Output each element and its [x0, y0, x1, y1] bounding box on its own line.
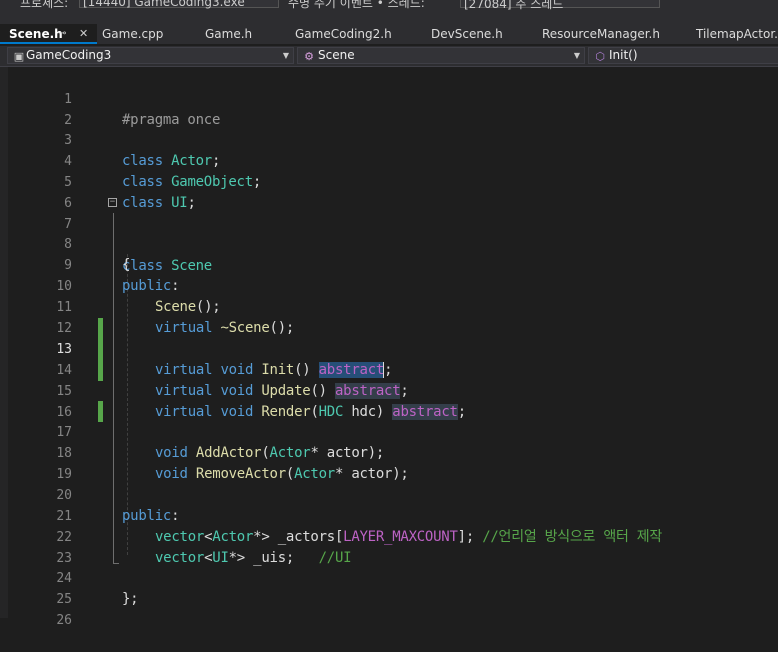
scope-label: Scene	[318, 48, 355, 62]
code-line: 11 virtual ~Scene();	[0, 276, 778, 336]
method-icon: ⬡	[595, 50, 605, 63]
class-icon: ⚙	[304, 50, 314, 63]
project-icon: ▣	[13, 50, 25, 63]
code-line: 2	[0, 89, 778, 128]
code-line: 26	[0, 589, 778, 628]
lifecycle-events-label[interactable]: 수명 주기 이벤트 • 스레드:	[288, 0, 425, 10]
code-line: 12	[0, 297, 778, 336]
tab-game-h[interactable]: Game.h	[205, 24, 252, 44]
navigation-bar: ▣ GameCoding3 ▼ ⚙ Scene ▼ ⬡ Init()	[0, 46, 778, 67]
code-line: 13 virtual void Init() abstract;	[0, 318, 778, 378]
code-line: 4 class GameObject;	[0, 130, 778, 190]
project-dropdown[interactable]: ▣ GameCoding3 ▼	[7, 47, 294, 64]
line-number: 26	[56, 613, 72, 628]
code-line: 3 class Actor;	[0, 109, 778, 169]
code-line: 19	[0, 443, 778, 482]
code-line: 10 Scene();	[0, 255, 778, 315]
collapse-icon[interactable]: −	[108, 198, 117, 207]
tab-gamecoding2-h[interactable]: GameCoding2.h	[295, 24, 392, 44]
code-line: 20 public:	[0, 464, 778, 524]
member-label: Init()	[609, 48, 638, 62]
project-label: GameCoding3	[26, 48, 112, 62]
tab-tilemapactor-h[interactable]: TilemapActor.h	[696, 24, 778, 44]
code-line: 5 class UI;	[0, 151, 778, 211]
code-line: 7 − class Scene	[0, 193, 778, 275]
code-line: 1 #pragma once	[0, 68, 778, 128]
code-line: 17 void AddActor(Actor* actor);	[0, 401, 778, 461]
code-editor[interactable]: 1 #pragma once 2 3 class Actor; 4 class …	[0, 67, 778, 628]
tab-resourcemanager-h[interactable]: ResourceManager.h	[542, 24, 660, 44]
pin-icon[interactable]: ⊸	[58, 24, 66, 44]
code-line: 24 };	[0, 547, 778, 607]
code-line: 6	[0, 172, 778, 211]
debug-toolbar: 프로세스: [14440] GameCoding3.exe 수명 주기 이벤트 …	[0, 0, 778, 10]
chevron-down-icon: ▼	[573, 51, 580, 60]
code-line: 22 vector<UI*> _uis; //UI	[0, 506, 778, 566]
scope-dropdown[interactable]: ⚙ Scene ▼	[297, 47, 585, 64]
code-line: 15 virtual void Render(HDC hdc) abstract…	[0, 360, 778, 420]
code-line: 18 void RemoveActor(Actor* actor);	[0, 422, 778, 482]
code-line: 8 {	[0, 213, 778, 273]
process-label: 프로세스:	[20, 0, 69, 10]
process-dropdown[interactable]: [14440] GameCoding3.exe	[79, 0, 279, 9]
document-tabs: Scene.h ⊸ ✕ Game.cpp Game.h GameCoding2.…	[0, 24, 778, 44]
chevron-down-icon: ▼	[282, 51, 289, 60]
tab-scene-h[interactable]: Scene.h ⊸ ✕	[0, 24, 97, 44]
tab-devscene-h[interactable]: DevScene.h	[431, 24, 503, 44]
code-line: 9 public:	[0, 234, 778, 294]
code-line: 23	[0, 527, 778, 566]
tab-label: Scene.h	[9, 27, 63, 41]
code-line: 14 virtual void Update() abstract;	[0, 339, 778, 399]
member-dropdown[interactable]: ⬡ Init()	[588, 47, 778, 64]
tab-game-cpp[interactable]: Game.cpp	[102, 24, 163, 44]
close-icon[interactable]: ✕	[79, 24, 88, 44]
code-line: 25	[0, 568, 778, 607]
code-line: 16	[0, 381, 778, 420]
code-line: 21 vector<Actor*> _actors[LAYER_MAXCOUNT…	[0, 485, 778, 545]
toolbar-separator	[0, 10, 778, 24]
thread-dropdown[interactable]: [27084] 주 스레드	[460, 0, 660, 10]
